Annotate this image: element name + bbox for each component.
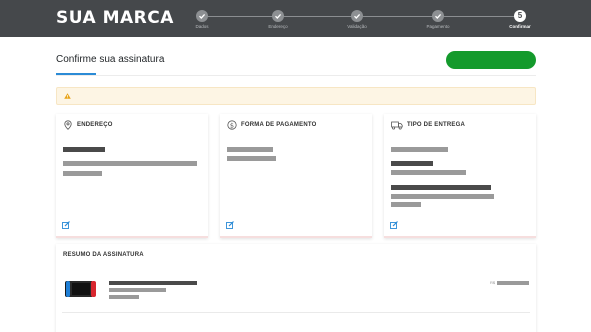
delivery-line-placeholder — [391, 194, 494, 199]
summary-title: RESUMO DA ASSINATURA — [63, 252, 144, 258]
top-header: SUA MARCA Dados Endereço Validação Pagam — [0, 0, 591, 37]
page-title: Confirme sua assinatura — [56, 54, 165, 65]
product-detail-placeholder — [109, 288, 166, 292]
edit-icon[interactable] — [62, 221, 70, 229]
subscription-summary: RESUMO DA ASSINATURA R$ — [56, 244, 536, 332]
step-label: Validação — [347, 24, 367, 29]
step-pagamento[interactable]: Pagamento — [418, 7, 458, 29]
step-label: Pagamento — [426, 24, 450, 29]
delivery-card: TIPO DE ENTREGA — [384, 114, 536, 238]
edit-icon[interactable] — [226, 221, 234, 229]
summary-divider — [62, 312, 530, 313]
price-prefix: R$ — [490, 280, 496, 285]
product-name-placeholder — [109, 281, 197, 285]
address-name-placeholder — [63, 147, 105, 152]
brand-logo: SUA MARCA — [56, 8, 174, 28]
edit-icon[interactable] — [390, 221, 398, 229]
check-icon — [351, 10, 363, 22]
payment-line-placeholder — [227, 156, 276, 161]
checkout-stepper: Dados Endereço Validação Pagamento 5 Con… — [195, 7, 531, 33]
delivery-line-placeholder — [391, 161, 433, 166]
card-title: TIPO DE ENTREGA — [407, 122, 466, 128]
payment-line-placeholder — [227, 147, 273, 152]
check-icon — [432, 10, 444, 22]
step-label: Endereço — [268, 24, 288, 29]
dollar-icon: $ — [227, 120, 237, 130]
step-validacao[interactable]: Validação — [337, 7, 377, 29]
warning-banner — [56, 87, 536, 105]
address-card: ENDEREÇO — [56, 114, 208, 238]
svg-text:$: $ — [230, 121, 234, 129]
delivery-line-placeholder — [391, 147, 448, 152]
address-line-placeholder — [63, 171, 102, 176]
card-title: FORMA DE PAGAMENTO — [241, 122, 317, 128]
check-icon — [196, 10, 208, 22]
delivery-line-placeholder — [391, 170, 466, 175]
delivery-line-placeholder — [391, 185, 491, 190]
step-label: Confirmar — [509, 24, 531, 29]
address-line-placeholder — [63, 161, 197, 166]
title-underline — [56, 73, 96, 75]
main-panel: Confirme sua assinatura ENDEREÇO $ FORMA… — [0, 37, 591, 332]
step-label: Dados — [195, 24, 209, 29]
payment-card: $ FORMA DE PAGAMENTO — [220, 114, 372, 238]
delivery-line-placeholder — [391, 202, 421, 207]
price-placeholder — [497, 281, 529, 285]
title-divider — [56, 75, 536, 76]
product-detail-placeholder — [109, 295, 139, 299]
step-number: 5 — [514, 10, 526, 22]
map-pin-icon — [64, 120, 72, 130]
step-dados[interactable]: Dados — [182, 7, 222, 29]
warning-icon — [64, 93, 71, 99]
product-image — [65, 281, 96, 297]
truck-icon — [391, 121, 403, 130]
card-title: ENDEREÇO — [77, 122, 113, 128]
step-confirmar[interactable]: 5 Confirmar — [500, 7, 540, 29]
step-endereco[interactable]: Endereço — [258, 7, 298, 29]
confirm-button[interactable] — [446, 51, 536, 69]
check-icon — [272, 10, 284, 22]
